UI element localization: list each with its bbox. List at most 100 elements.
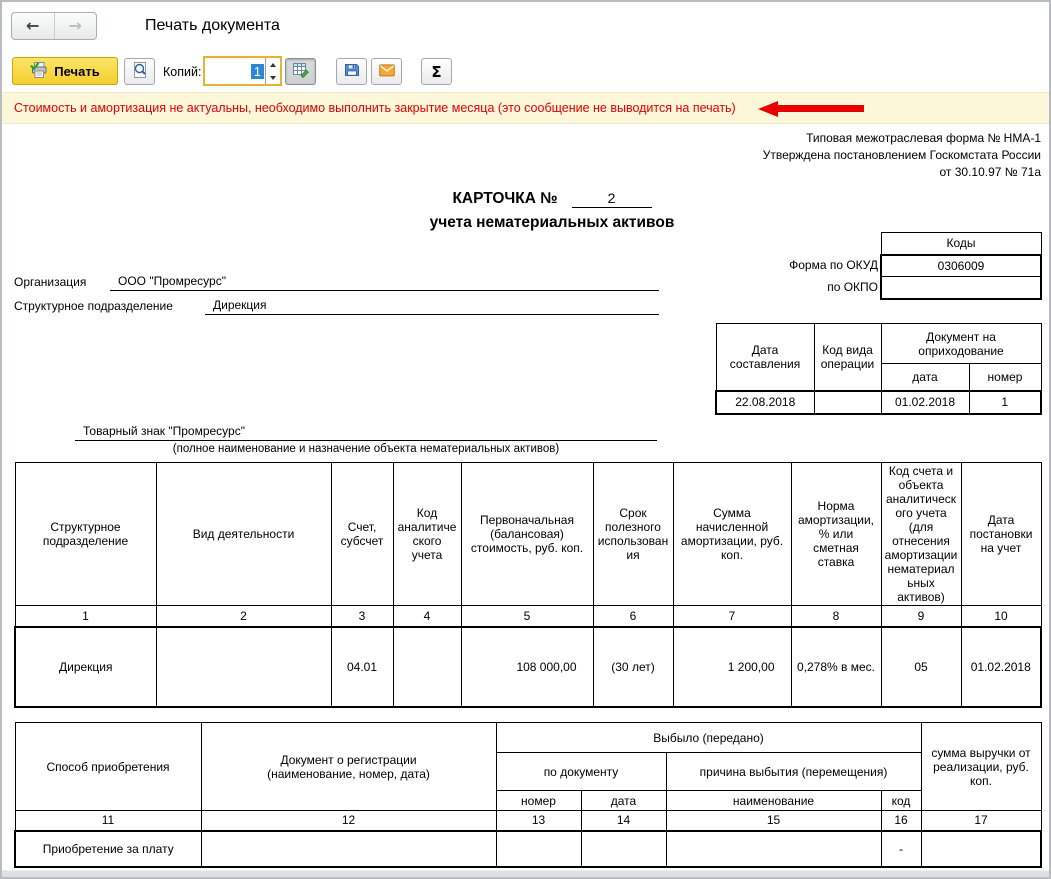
disposed-col-header: Выбыло (передано) (495, 722, 922, 753)
sigma-icon: Σ (431, 62, 442, 81)
column-number: 12 (200, 810, 497, 831)
okud-label: Форма по ОКУД (789, 258, 878, 272)
column-number: 17 (920, 810, 1042, 831)
warning-banner: Стоимость и амортизация не актуальны, не… (2, 92, 1049, 124)
back-arrow-icon: ← (26, 16, 40, 35)
subcol-name: наименование (665, 790, 882, 811)
opcode-col-header: Код вида операции (813, 323, 882, 391)
subcol-number: номер (495, 790, 582, 811)
okpo-value-cell (880, 276, 1042, 300)
column-number: 13 (495, 810, 582, 831)
horizontal-scrollbar[interactable] (2, 870, 1049, 877)
cell-doc-date (580, 829, 667, 868)
column-number: 2 (155, 605, 332, 627)
assets-numbers-row: 1 2 3 4 5 6 7 8 9 10 (14, 605, 1042, 627)
cell-revenue (920, 829, 1042, 868)
column-number: 8 (790, 605, 882, 627)
cell-department: Дирекция (14, 625, 157, 708)
assets-header-row: Структурное подразделение Вид деятельнос… (14, 462, 1042, 606)
back-button[interactable]: ← (12, 13, 54, 39)
spin-up-button[interactable] (266, 58, 280, 71)
cell-initial-cost: 108 000,00 (460, 625, 594, 708)
bydoc-col-header: по документу (495, 752, 667, 791)
column-number: 3 (330, 605, 394, 627)
warning-text: Стоимость и амортизация не актуальны, не… (14, 101, 736, 115)
registration-col-header: Документ о регистрации (наименование, но… (200, 722, 497, 811)
department-value: Дирекция (205, 297, 659, 315)
doc-num-cell: 1 (968, 389, 1042, 415)
acquisition-col-header: Способ приобретения (14, 722, 202, 811)
copies-label: Копий: (163, 65, 202, 79)
disposal-header-row1: Способ приобретения Документ о регистрац… (14, 722, 1042, 811)
opcode-cell (813, 389, 882, 415)
organization-value: ООО "Промресурс" (110, 273, 659, 291)
approval-line: Типовая межотраслевая форма № НМА-1 (806, 131, 1041, 145)
red-arrow-icon (758, 101, 866, 117)
cell-amortization-rate: 0,278% в мес. (790, 625, 882, 708)
disposal-data-row: Приобретение за плату - (14, 829, 1042, 868)
down-arrow-icon (270, 75, 276, 80)
form-approval-block: Типовая межотраслевая форма № НМА-1 Утве… (763, 130, 1041, 181)
column-header: Дата постановки на учет (960, 462, 1042, 606)
approval-line: Утверждена постановлением Госкомстата Ро… (762, 148, 1041, 162)
cell-doc-number (495, 829, 582, 868)
email-icon (378, 63, 395, 80)
column-header: Код аналитического учета (392, 462, 462, 606)
print-button[interactable]: Печать (12, 57, 118, 85)
cell-reason-name (665, 829, 882, 868)
okpo-label: по ОКПО (827, 280, 878, 294)
cell-registration-doc (200, 829, 497, 868)
doc-date-cell: 01.02.2018 (880, 389, 970, 415)
email-button[interactable] (371, 58, 402, 85)
copies-stepper (265, 58, 280, 84)
column-header: Первоначальная (балансовая) стоимость, р… (460, 462, 594, 606)
disposal-numbers-row: 11 12 13 14 15 16 17 (14, 810, 1042, 831)
cell-amortization-sum: 1 200,00 (672, 625, 792, 708)
column-header: Сумма начисленной амортизации, руб. коп. (672, 462, 792, 606)
subcol-date: дата (580, 790, 667, 811)
department-label: Структурное подразделение (14, 299, 173, 313)
subcol-code: код (880, 790, 922, 811)
object-name: Товарный знак "Промресурс" (75, 423, 657, 441)
spin-down-button[interactable] (266, 71, 280, 84)
dates-table: Дата составления Код вида операции Докум… (715, 323, 1042, 415)
column-header: Вид деятельности (155, 462, 332, 606)
date-col-header: Дата составления (715, 323, 815, 391)
column-number: 10 (960, 605, 1042, 627)
column-number: 1 (14, 605, 157, 627)
column-number: 15 (665, 810, 882, 831)
forward-button[interactable]: → (53, 13, 97, 39)
copies-input[interactable]: 1 (203, 56, 282, 86)
column-header: Норма амортизации, % или сметная ставка (790, 462, 882, 606)
preview-icon (132, 62, 148, 81)
save-button[interactable] (336, 58, 367, 85)
doc-date-header: дата (880, 363, 970, 391)
table-settings-button[interactable] (285, 58, 316, 85)
assets-data-row: Дирекция 04.01 108 000,00 (30 лет) 1 200… (14, 625, 1042, 708)
cell-reason-code: - (880, 829, 922, 868)
reason-col-header: причина выбытия (перемещения) (665, 752, 922, 791)
page-title: Печать документа (145, 17, 280, 34)
column-number: 4 (392, 605, 462, 627)
column-header: Счет, субсчет (330, 462, 394, 606)
column-number: 16 (880, 810, 922, 831)
okud-value-cell: 0306009 (880, 253, 1042, 277)
cell-registration-date: 01.02.2018 (960, 625, 1042, 708)
cell-account: 04.01 (330, 625, 394, 708)
sum-button[interactable]: Σ (421, 58, 452, 85)
column-header: Код счета и объекта аналитического учета… (880, 462, 962, 606)
column-number: 5 (460, 605, 594, 627)
print-document-window: ← → Печать документа Печать Копий: 1 Σ С… (0, 0, 1051, 879)
copies-value[interactable]: 1 (205, 58, 265, 84)
column-number: 11 (14, 810, 202, 831)
forward-arrow-icon: → (68, 16, 82, 35)
cell-activity (155, 625, 332, 708)
cell-acquisition-method: Приобретение за плату (14, 829, 202, 868)
table-edit-icon (292, 62, 309, 81)
column-number: 6 (592, 605, 674, 627)
card-subtitle: учета нематериальных активов (429, 214, 675, 231)
dates-data-row: 22.08.2018 01.02.2018 1 (715, 389, 1042, 415)
printer-icon (30, 61, 48, 81)
navigation-buttons: ← → (11, 12, 97, 40)
preview-button[interactable] (124, 58, 155, 85)
